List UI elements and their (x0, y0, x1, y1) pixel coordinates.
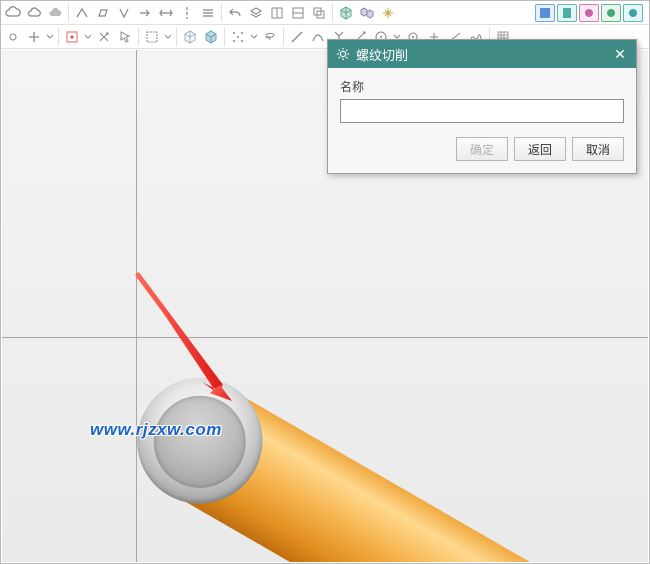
toolbar-row-1 (1, 1, 649, 25)
select-rect-icon[interactable] (142, 27, 162, 47)
name-field-label: 名称 (340, 78, 624, 95)
toolbar-separator (283, 28, 284, 46)
back-button[interactable]: 返回 (514, 137, 566, 161)
undo-icon[interactable] (225, 3, 245, 23)
toolbar-separator (332, 4, 333, 22)
view-mode-5[interactable] (623, 4, 643, 22)
cancel-button[interactable]: 取消 (572, 137, 624, 161)
view-mode-badges (535, 4, 647, 22)
toolbar-separator (68, 4, 69, 22)
crosshair-dots-icon[interactable] (228, 27, 248, 47)
axis-horizontal (2, 337, 648, 338)
split-horz-icon[interactable] (288, 3, 308, 23)
toolbar-separator (224, 28, 225, 46)
plus-icon[interactable] (24, 27, 44, 47)
circle-small-icon[interactable] (3, 27, 23, 47)
cloud-single-icon[interactable] (24, 3, 44, 23)
arrow-right-icon[interactable] (135, 3, 155, 23)
pointer-icon[interactable] (115, 27, 135, 47)
dialog-title-text: 螺纹切削 (356, 45, 408, 64)
toolbar-separator (58, 28, 59, 46)
curve-icon[interactable] (308, 27, 328, 47)
cube-solid-icon[interactable] (201, 27, 221, 47)
angle-right-icon[interactable] (114, 3, 134, 23)
arrow-double-icon[interactable] (156, 3, 176, 23)
thread-cut-dialog: 螺纹切削 ✕ 名称 确定 返回 取消 (327, 39, 637, 174)
dialog-close-button[interactable]: ✕ (610, 44, 630, 64)
dropdown-icon[interactable] (83, 27, 93, 47)
view-mode-3[interactable] (579, 4, 599, 22)
dropdown-icon[interactable] (249, 27, 259, 47)
cloud-fill-icon[interactable] (45, 3, 65, 23)
cube-wire-icon[interactable] (180, 27, 200, 47)
layers-icon[interactable] (246, 3, 266, 23)
dialog-titlebar[interactable]: 螺纹切削 ✕ (328, 40, 636, 68)
target-red-icon[interactable] (62, 27, 82, 47)
arrow-cross-icon[interactable] (94, 27, 114, 47)
model-cylinder[interactable] (50, 360, 648, 562)
sparkle-icon[interactable] (378, 3, 398, 23)
gear-icon (336, 47, 350, 61)
cube-shade-icon[interactable] (336, 3, 356, 23)
cloud-outline-icon[interactable] (3, 3, 23, 23)
vline-dash-icon[interactable] (177, 3, 197, 23)
ok-button[interactable]: 确定 (456, 137, 508, 161)
angle-icon[interactable] (72, 3, 92, 23)
dropdown-icon[interactable] (45, 27, 55, 47)
bars-icon[interactable] (198, 3, 218, 23)
lasso-icon[interactable] (260, 27, 280, 47)
toolbar-separator (221, 4, 222, 22)
view-mode-4[interactable] (601, 4, 621, 22)
parallelogram-icon[interactable] (93, 3, 113, 23)
split-vert-icon[interactable] (267, 3, 287, 23)
toolbar-separator (176, 28, 177, 46)
name-input[interactable] (340, 99, 624, 123)
dropdown-icon[interactable] (163, 27, 173, 47)
toolbar-separator (138, 28, 139, 46)
cubes-multi-icon[interactable] (357, 3, 377, 23)
stack-icon[interactable] (309, 3, 329, 23)
close-icon: ✕ (614, 47, 626, 61)
line-icon[interactable] (287, 27, 307, 47)
view-mode-1[interactable] (535, 4, 555, 22)
view-mode-2[interactable] (557, 4, 577, 22)
